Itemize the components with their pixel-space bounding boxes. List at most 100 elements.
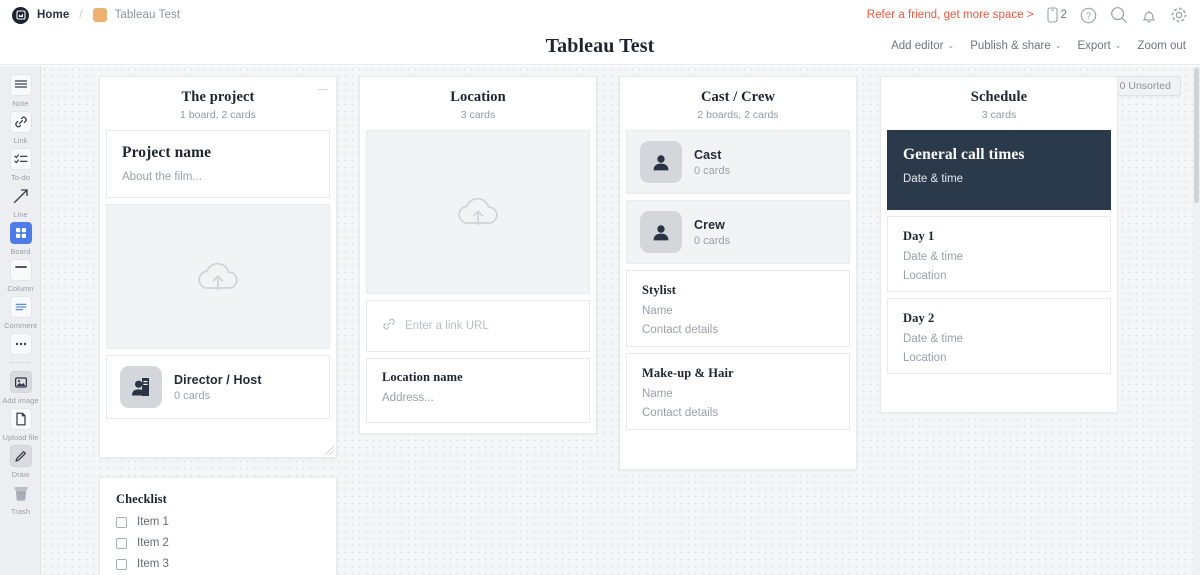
svg-text:?: ? xyxy=(1086,11,1091,21)
tool-trash-label: Trash xyxy=(10,507,31,516)
settings-icon[interactable] xyxy=(1170,6,1188,24)
card-stylist[interactable]: Stylist Name Contact details xyxy=(626,270,850,347)
refer-a-friend-link[interactable]: Refer a friend, get more space > xyxy=(867,9,1034,21)
chevron-down-icon: ⌄ xyxy=(947,41,955,50)
tile-text: Director / Host 0 cards xyxy=(174,373,262,402)
tile-cast[interactable]: Cast 0 cards xyxy=(626,130,850,194)
minimize-icon[interactable] xyxy=(318,89,327,90)
board-subtitle: 1 board, 2 cards xyxy=(180,109,256,121)
board-subtitle: 3 cards xyxy=(981,109,1017,121)
tool-add-image-label: Add image xyxy=(2,396,39,405)
notifications-icon[interactable] xyxy=(1141,7,1157,24)
director-host-icon xyxy=(120,366,162,408)
card-link-url[interactable]: Enter a link URL xyxy=(366,300,590,352)
resize-handle[interactable] xyxy=(325,446,334,455)
board-the-project[interactable]: The project 1 board, 2 cards Project nam… xyxy=(99,76,337,458)
card-project-name[interactable]: Project name About the film... xyxy=(106,130,330,198)
tool-comment[interactable]: Comment xyxy=(0,296,40,330)
tool-note[interactable]: Note xyxy=(0,74,40,108)
storage-indicator[interactable]: 2 xyxy=(1047,7,1067,23)
project-color-swatch xyxy=(92,8,107,22)
home-logo-icon[interactable] xyxy=(12,6,29,24)
tile-sub: 0 cards xyxy=(694,164,731,177)
card-makeup-hair[interactable]: Make-up & Hair Name Contact details xyxy=(626,353,850,430)
publish-share-label: Publish & share xyxy=(970,40,1051,52)
checklist-item[interactable]: Item 1 xyxy=(116,516,320,528)
help-icon[interactable]: ? xyxy=(1080,7,1097,24)
tool-add-image[interactable]: Add image xyxy=(0,371,40,405)
card-location-name[interactable]: Location name Address... xyxy=(366,358,590,423)
scrollbar-thumb[interactable] xyxy=(1194,68,1199,203)
checklist-title: Checklist xyxy=(116,492,167,506)
more-icon xyxy=(9,333,32,355)
card-line-1: Date & time xyxy=(903,251,964,263)
tile-name: Crew xyxy=(694,217,725,232)
card-line-1: Name xyxy=(642,388,673,400)
board-header: Cast / Crew 2 boards, 2 cards xyxy=(620,77,856,130)
checklist-item[interactable]: Item 2 xyxy=(116,537,320,549)
line-icon xyxy=(10,185,32,207)
breadcrumb-project[interactable]: Tableau Test xyxy=(115,9,181,21)
rail-divider xyxy=(9,362,31,363)
note-icon xyxy=(9,74,32,96)
image-icon xyxy=(9,371,32,393)
tool-column[interactable]: Column xyxy=(0,259,40,293)
tool-upload-file-label: Upload file xyxy=(2,433,39,442)
card-subtitle: About the film... xyxy=(122,171,202,183)
chevron-down-icon: ⌄ xyxy=(1054,41,1062,50)
export-button[interactable]: Export ⌄ xyxy=(1077,40,1121,52)
tool-more[interactable] xyxy=(0,333,40,355)
top-bar-actions: Refer a friend, get more space > 2 ? xyxy=(867,6,1188,24)
tool-todo[interactable]: To-do xyxy=(0,148,40,182)
card-image-placeholder[interactable] xyxy=(366,130,590,294)
tile-name: Director / Host xyxy=(174,372,262,387)
tool-board[interactable]: Board xyxy=(0,222,40,256)
board-header: The project 1 board, 2 cards xyxy=(100,77,336,130)
search-icon[interactable] xyxy=(1110,6,1128,24)
card-day-1[interactable]: Day 1 Date & time Location xyxy=(887,216,1111,292)
canvas-scrollbar[interactable] xyxy=(1193,66,1200,575)
card-image-placeholder[interactable] xyxy=(106,204,330,349)
checkbox-icon[interactable] xyxy=(116,516,127,528)
publish-share-button[interactable]: Publish & share ⌄ xyxy=(970,40,1061,52)
tool-draw[interactable]: Draw xyxy=(0,445,40,479)
card-title: Stylist xyxy=(642,283,677,297)
checkbox-icon[interactable] xyxy=(116,537,127,549)
tool-upload-file[interactable]: Upload file xyxy=(0,408,40,442)
unsorted-badge[interactable]: 0 Unsorted xyxy=(1109,76,1181,96)
board-title: The project xyxy=(181,89,255,105)
link-icon xyxy=(382,317,396,336)
tool-line[interactable]: Line xyxy=(0,185,40,219)
tile-sub: 0 cards xyxy=(174,389,211,402)
board-schedule[interactable]: Schedule 3 cards General call times Date… xyxy=(880,76,1118,413)
zoom-out-button[interactable]: Zoom out xyxy=(1137,40,1186,52)
add-editor-button[interactable]: Add editor ⌄ xyxy=(891,40,954,52)
checkbox-icon[interactable] xyxy=(116,558,127,570)
board-cast-crew[interactable]: Cast / Crew 2 boards, 2 cards Cast 0 car… xyxy=(619,76,857,470)
card-line-2: Contact details xyxy=(642,407,719,419)
card-checklist[interactable]: Checklist Item 1 Item 2 Item 3 xyxy=(99,477,337,575)
export-label: Export xyxy=(1077,40,1111,52)
board-canvas[interactable]: 0 Unsorted The project 1 board, 2 cards … xyxy=(41,66,1200,575)
checklist-item[interactable]: Item 3 xyxy=(116,558,320,570)
tool-note-label: Note xyxy=(12,99,29,108)
card-day-2[interactable]: Day 2 Date & time Location xyxy=(887,298,1111,374)
card-general-call-times[interactable]: General call times Date & time xyxy=(887,130,1111,210)
tile-text: Crew 0 cards xyxy=(694,218,730,247)
link-url-placeholder: Enter a link URL xyxy=(405,320,489,332)
tool-trash[interactable]: Trash xyxy=(0,482,40,516)
tool-column-label: Column xyxy=(7,284,34,293)
board-body: Project name About the film... Director … xyxy=(100,130,336,431)
board-title: Schedule xyxy=(970,89,1028,105)
tool-link[interactable]: Link xyxy=(0,111,40,145)
card-subtitle: Date & time xyxy=(903,173,964,185)
board-location[interactable]: Location 3 cards Enter a link URL Locati… xyxy=(359,76,597,434)
column-icon xyxy=(9,259,32,281)
tool-comment-label: Comment xyxy=(4,321,37,330)
tile-director-host[interactable]: Director / Host 0 cards xyxy=(106,355,330,419)
breadcrumb-home[interactable]: Home xyxy=(37,9,69,21)
board-body: Cast 0 cards Crew 0 cards Stylist Name C… xyxy=(620,130,856,442)
cloud-upload-icon xyxy=(458,197,498,226)
checklist-item-label: Item 3 xyxy=(137,558,169,570)
tile-crew[interactable]: Crew 0 cards xyxy=(626,200,850,264)
